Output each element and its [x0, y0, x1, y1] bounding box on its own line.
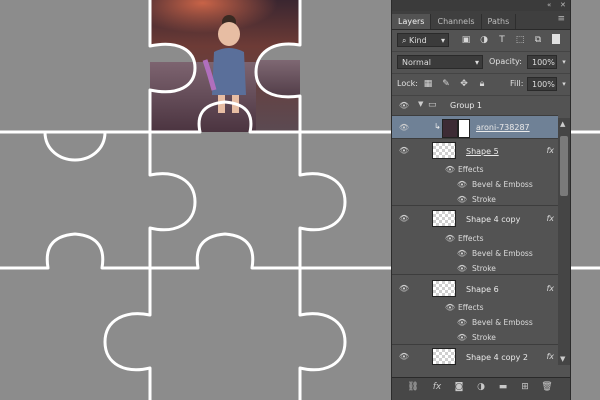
fx-icon[interactable]: fx: [546, 352, 554, 361]
filter-pixel-icon[interactable]: ▣: [460, 34, 472, 46]
layer-group-1[interactable]: 👁︎ ▼ ▭ Group 1: [392, 95, 558, 116]
clipping-mask-icon: ↳: [434, 122, 441, 131]
chevron-down-icon: ▾: [440, 36, 445, 45]
layer-thumbnail: [432, 210, 456, 227]
eye-icon[interactable]: 👁︎: [456, 333, 468, 342]
effects-label: Effects: [458, 234, 484, 243]
scrollbar-thumb[interactable]: [560, 136, 568, 196]
layer-name: Shape 6: [466, 285, 499, 294]
folder-icon: ▭: [428, 100, 437, 110]
lock-pixels-icon[interactable]: ✎: [440, 78, 452, 90]
fill-label: Fill:: [510, 79, 524, 88]
eye-icon[interactable]: 👁︎: [398, 146, 410, 155]
layer-thumbnail: [432, 142, 456, 159]
eye-icon[interactable]: 👁︎: [456, 264, 468, 273]
lock-label: Lock:: [397, 79, 418, 88]
layer-shape-4-copy[interactable]: 👁︎ Shape 4 copy fx 👁︎ Effects 👁︎ Bevel &…: [392, 206, 558, 275]
blend-mode-select[interactable]: Normal ▾: [397, 55, 483, 69]
mask-thumbnail: [458, 119, 470, 138]
effect-bevel-emboss[interactable]: Bevel & Emboss: [472, 249, 533, 258]
fx-icon[interactable]: fx: [546, 146, 554, 155]
layer-name: Shape 4 copy: [466, 215, 521, 224]
trash-icon[interactable]: 🗑︎: [540, 382, 554, 392]
effect-stroke[interactable]: Stroke: [472, 333, 496, 342]
layer-shape-6[interactable]: 👁︎ Shape 6 fx 👁︎ Effects 👁︎ Bevel & Embo…: [392, 275, 558, 345]
layer-thumbnail: [432, 348, 456, 365]
close-icon[interactable]: ✕: [560, 1, 566, 9]
panel-menu-icon[interactable]: ≡: [557, 14, 565, 24]
chevron-down-icon[interactable]: ▾: [558, 56, 570, 68]
filter-row: ⌕ Kind ▾ ▣ ◑ T ⬚ ⧉: [392, 30, 570, 52]
layer-list-scrollbar[interactable]: ▲ ▼: [558, 118, 570, 365]
eye-icon[interactable]: 👁︎: [398, 101, 410, 110]
fill-input[interactable]: 100%: [527, 77, 557, 91]
mask-icon[interactable]: ◙: [452, 382, 466, 392]
photo-thumbnail: [442, 119, 458, 138]
layer-thumbnail: [432, 280, 456, 297]
panel-tabs: Layers Channels Paths ≡: [392, 11, 570, 30]
eye-icon[interactable]: 👁︎: [456, 195, 468, 204]
layer-name: aroni-738287: [476, 123, 530, 132]
blend-mode-value: Normal: [402, 58, 431, 67]
filter-smart-object-icon[interactable]: ⧉: [532, 34, 544, 46]
layer-name: Shape 4 copy 2: [466, 353, 528, 362]
eye-icon[interactable]: 👁︎: [456, 318, 468, 327]
search-icon: ⌕: [402, 36, 410, 45]
chevron-down-icon[interactable]: ▼: [418, 100, 423, 108]
fx-icon[interactable]: fx: [546, 214, 554, 223]
scroll-up-icon[interactable]: ▲: [560, 120, 565, 128]
layer-list: 👁︎ ▼ ▭ Group 1 👁︎ ↳ aroni-738287 👁︎ Shap…: [392, 95, 570, 378]
effects-label: Effects: [458, 303, 484, 312]
opacity-label: Opacity:: [489, 57, 522, 66]
effect-stroke[interactable]: Stroke: [472, 195, 496, 204]
layers-panel: « ✕ Layers Channels Paths ≡ ⌕ Kind ▾ ▣ ◑ …: [391, 0, 571, 400]
layer-shape-5[interactable]: 👁︎ Shape 5 fx 👁︎ Effects 👁︎ Bevel & Embo…: [392, 139, 558, 206]
panel-title-bar[interactable]: « ✕: [392, 0, 570, 11]
eye-icon[interactable]: 👁︎: [398, 123, 410, 132]
panel-footer: ⛓︎ fx ◙ ◑ ▬ ⊞ 🗑︎: [392, 377, 570, 400]
eye-icon[interactable]: 👁︎: [444, 303, 456, 312]
fx-icon[interactable]: fx: [546, 284, 554, 293]
eye-icon[interactable]: 👁︎: [456, 249, 468, 258]
filter-shape-icon[interactable]: ⬚: [514, 34, 526, 46]
chevron-down-icon: ▾: [474, 58, 479, 67]
blend-row: Normal ▾ Opacity: 100% ▾: [392, 52, 570, 74]
filter-toggle-icon[interactable]: [552, 34, 560, 44]
effect-bevel-emboss[interactable]: Bevel & Emboss: [472, 318, 533, 327]
lock-all-icon[interactable]: 🔒︎: [476, 78, 488, 90]
new-layer-icon[interactable]: ⊞: [518, 382, 532, 392]
tab-layers[interactable]: Layers: [392, 14, 432, 29]
eye-icon[interactable]: 👁︎: [444, 234, 456, 243]
effect-stroke[interactable]: Stroke: [472, 264, 496, 273]
filter-type-icon[interactable]: T: [496, 34, 508, 46]
opacity-input[interactable]: 100%: [527, 55, 557, 69]
tab-paths[interactable]: Paths: [482, 14, 517, 29]
folder-icon[interactable]: ▬: [496, 382, 510, 392]
layer-name: Shape 5: [466, 147, 499, 156]
layer-photo-selected[interactable]: 👁︎ ↳ aroni-738287: [392, 116, 558, 139]
eye-icon[interactable]: 👁︎: [456, 180, 468, 189]
fx-icon[interactable]: fx: [430, 382, 444, 392]
filter-kind-value: Kind: [409, 36, 427, 45]
link-icon[interactable]: ⛓︎: [406, 382, 420, 392]
filter-kind-select[interactable]: ⌕ Kind ▾: [397, 33, 449, 47]
eye-icon[interactable]: 👁︎: [398, 284, 410, 293]
collapse-icon[interactable]: «: [547, 1, 551, 9]
layer-shape-4-copy-2[interactable]: 👁︎ Shape 4 copy 2 fx: [392, 345, 558, 367]
chevron-down-icon[interactable]: ▾: [558, 78, 570, 90]
eye-icon[interactable]: 👁︎: [398, 352, 410, 361]
tab-channels[interactable]: Channels: [431, 14, 482, 29]
filter-adjustment-icon[interactable]: ◑: [478, 34, 490, 46]
effects-label: Effects: [458, 165, 484, 174]
lock-transparent-icon[interactable]: ▦: [422, 78, 434, 90]
eye-icon[interactable]: 👁︎: [398, 214, 410, 223]
lock-row: Lock: ▦ ✎ ✥ 🔒︎ Fill: 100% ▾: [392, 74, 570, 96]
lock-position-icon[interactable]: ✥: [458, 78, 470, 90]
layer-name: Group 1: [450, 101, 482, 110]
photo-puzzle-piece: [150, 0, 300, 132]
eye-icon[interactable]: 👁︎: [444, 165, 456, 174]
effect-bevel-emboss[interactable]: Bevel & Emboss: [472, 180, 533, 189]
adjustment-icon[interactable]: ◑: [474, 382, 488, 392]
scroll-down-icon[interactable]: ▼: [560, 355, 565, 363]
